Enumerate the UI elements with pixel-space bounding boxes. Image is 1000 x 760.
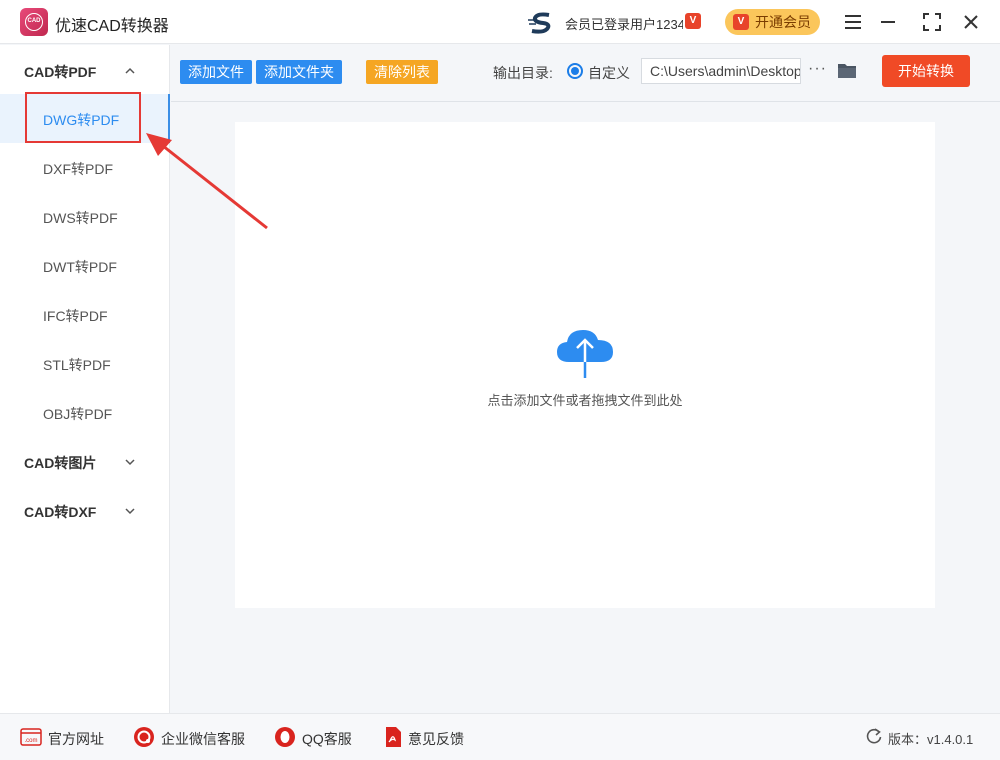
sidebar-item-obj-to-pdf[interactable]: OBJ转PDF: [43, 404, 112, 424]
close-icon[interactable]: [959, 10, 983, 34]
user-brand-icon: [528, 12, 551, 34]
start-convert-button[interactable]: 开始转换: [882, 55, 970, 87]
output-dir-label: 输出目录:: [493, 65, 553, 81]
vip-crown-icon: V: [733, 14, 749, 30]
official-website-link[interactable]: 官方网址: [48, 729, 104, 749]
sidebar-item-ifc-to-pdf[interactable]: IFC转PDF: [43, 306, 108, 326]
menu-icon[interactable]: [841, 10, 865, 34]
version-text: 版本：v1.4.0.1: [888, 732, 974, 747]
folder-icon[interactable]: [837, 61, 857, 79]
open-vip-label: 开通会员: [755, 14, 811, 30]
qq-service-link[interactable]: QQ客服: [302, 729, 352, 749]
sidebar-group-cad-to-dxf[interactable]: CAD转DXF: [24, 502, 96, 522]
chevron-down-icon[interactable]: [125, 506, 135, 516]
website-icon: .com: [20, 728, 42, 746]
qq-service-icon: [275, 727, 295, 747]
open-vip-button[interactable]: V 开通会员: [725, 9, 820, 35]
annotation-arrow-icon: [146, 133, 268, 230]
maximize-icon[interactable]: [920, 10, 944, 34]
footer-bar: .com 官方网址 企业微信客服 QQ客服 意见反馈 版本：v1.4.0.1: [0, 713, 1000, 760]
sidebar-item-stl-to-pdf[interactable]: STL转PDF: [43, 355, 111, 375]
app-logo-text: CAD: [25, 13, 43, 31]
add-file-button[interactable]: 添加文件: [180, 60, 252, 84]
sidebar-item-dxf-to-pdf[interactable]: DXF转PDF: [43, 159, 113, 179]
user-account-text[interactable]: 会员已登录用户1234: [565, 14, 683, 33]
app-title: 优速CAD转换器: [55, 18, 169, 35]
sidebar-item-dwt-to-pdf[interactable]: DWT转PDF: [43, 257, 117, 277]
title-bar: CAD 优速CAD转换器 会员已登录用户1234 V V 开通会员: [0, 0, 1000, 44]
drop-hint-text: 点击添加文件或者拖拽文件到此处: [487, 393, 683, 408]
feedback-icon: [386, 727, 401, 747]
chevron-down-icon[interactable]: [125, 457, 135, 467]
add-folder-button[interactable]: 添加文件夹: [256, 60, 342, 84]
website-icon-text: .com: [24, 738, 37, 744]
minimize-icon[interactable]: [876, 10, 900, 34]
wechat-service-link[interactable]: 企业微信客服: [161, 729, 245, 749]
sidebar-item-dws-to-pdf[interactable]: DWS转PDF: [43, 208, 118, 228]
cloud-upload-icon[interactable]: [555, 326, 615, 380]
highlight-box: [25, 92, 141, 143]
refresh-icon[interactable]: [865, 727, 883, 745]
app-logo-icon: CAD: [20, 8, 48, 36]
custom-output-label[interactable]: 自定义: [588, 63, 630, 83]
toolbar-divider: [171, 101, 1000, 102]
sidebar-group-cad-to-image[interactable]: CAD转图片: [24, 453, 96, 473]
file-drop-zone[interactable]: 点击添加文件或者拖拽文件到此处: [235, 122, 935, 608]
feedback-link[interactable]: 意见反馈: [408, 729, 464, 749]
chevron-up-icon[interactable]: [125, 66, 135, 76]
wechat-service-icon: [134, 727, 154, 747]
more-options-icon[interactable]: ···: [808, 60, 827, 78]
custom-output-radio[interactable]: [567, 63, 583, 79]
output-path-input[interactable]: C:\Users\admin\Desktop: [641, 58, 801, 84]
clear-list-button[interactable]: 清除列表: [366, 60, 438, 84]
sidebar-group-cad-to-pdf[interactable]: CAD转PDF: [24, 62, 96, 82]
vip-badge-icon: V: [685, 13, 701, 29]
